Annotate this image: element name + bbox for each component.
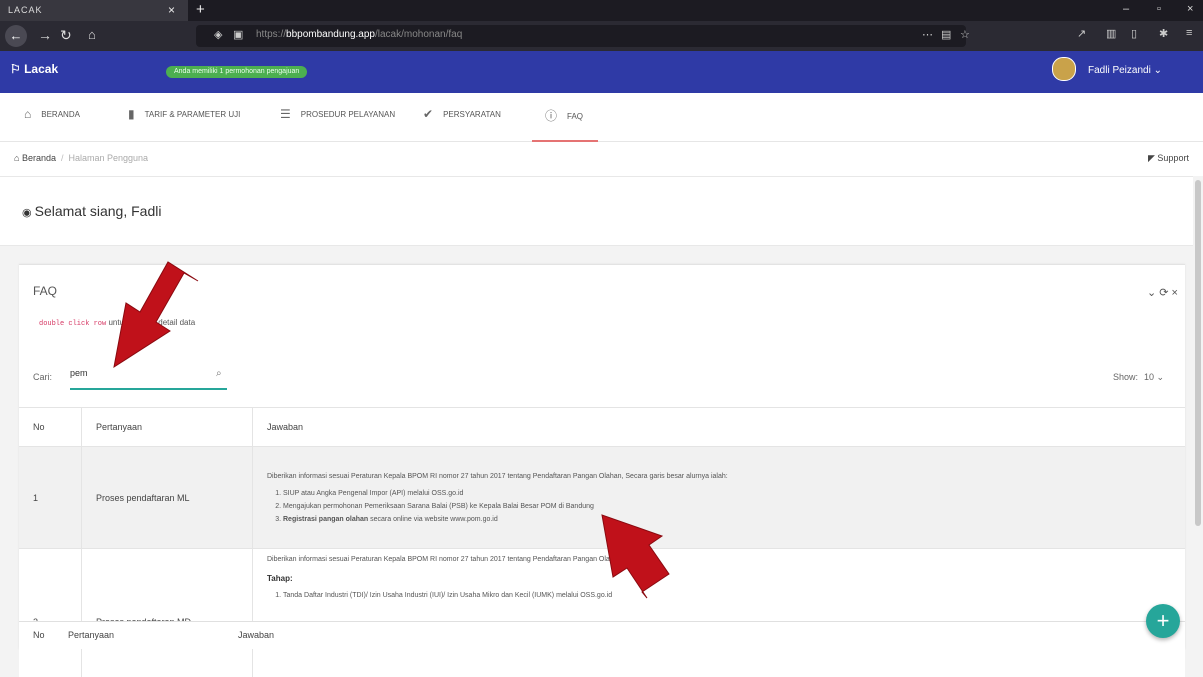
row-answer: Diberikan informasi sesuai Peraturan Kep…	[253, 447, 1186, 549]
table-header-row: No Pertanyaan Jawaban	[19, 408, 1185, 447]
minimize-button[interactable]: –	[1123, 3, 1129, 15]
row-question: Proses pendaftaran ML	[82, 447, 253, 549]
sidebar-icon[interactable]: ▯	[1131, 27, 1137, 40]
search-field[interactable]: ⌕	[70, 364, 227, 390]
tab-title: LACAK	[8, 5, 43, 15]
breadcrumb-bar	[0, 142, 1203, 177]
row-answer: Diberikan informasi sesuai Peraturan Kep…	[253, 549, 1186, 677]
shield-icon: ◈	[214, 28, 222, 41]
answer-step-label: Tahap:	[267, 572, 1171, 585]
app-logo[interactable]: ⚐ Lacak	[10, 62, 58, 76]
window-close-button[interactable]: ×	[1187, 3, 1193, 15]
check-icon: ✔	[423, 107, 433, 121]
column-header-jawaban[interactable]: Jawaban	[253, 408, 1186, 447]
page-length-select[interactable]: Show:10 ⌄	[1113, 372, 1164, 383]
library-icon[interactable]: ▥	[1106, 27, 1116, 40]
list-icon: ☰	[280, 107, 291, 121]
scrollbar-thumb[interactable]	[1195, 180, 1201, 526]
answer-item: Tanda Daftar Industri (TDI)/ Izin Usaha …	[283, 589, 1171, 602]
notification-pill[interactable]: Anda memiliki 1 permohonan pengajuan	[166, 66, 307, 78]
menu-item-persyaratan[interactable]: ✔PERSYARATAN	[423, 107, 501, 121]
answer-item: Mengajukan permohonan Pemeriksaan Sarana…	[283, 500, 1171, 513]
browser-tab[interactable]: LACAK ×	[0, 0, 188, 21]
reader-icon[interactable]: ▤	[941, 28, 951, 41]
usage-hint: double click row untuk melihat detail da…	[39, 318, 195, 328]
column-header-no[interactable]: No	[19, 408, 82, 447]
support-link[interactable]: ◤ Support	[1148, 153, 1189, 164]
breadcrumb-home[interactable]: ⌂ Beranda	[14, 153, 56, 163]
maximize-button[interactable]: ▫	[1157, 3, 1161, 15]
logo-icon: ⚐	[10, 62, 24, 76]
add-button[interactable]: +	[1146, 604, 1180, 638]
card-tools[interactable]: ⌄ ⟳ ×	[1147, 286, 1178, 299]
menu-item-faq[interactable]: ⓘFAQ	[545, 107, 583, 124]
page-actions-icon[interactable]: ⋯	[922, 28, 933, 41]
chevron-down-icon: ⌄	[1154, 65, 1162, 76]
search-input[interactable]	[70, 368, 210, 378]
megaphone-icon: ◤	[1148, 153, 1157, 163]
flask-icon: ▮	[128, 107, 135, 121]
lock-icon: ▣	[233, 28, 243, 41]
page-length-value[interactable]: 10	[1144, 372, 1154, 382]
pointer-icon[interactable]: ↗	[1077, 27, 1086, 40]
menu-item-beranda[interactable]: ⌂BERANDA	[24, 107, 80, 121]
hint-code: double click row	[39, 320, 106, 328]
card-title: FAQ	[33, 284, 57, 298]
answer-intro: Diberikan informasi sesuai Peraturan Kep…	[267, 553, 1171, 566]
table-row[interactable]: 2 Proses pendaftaran MD Diberikan inform…	[19, 549, 1185, 677]
breadcrumb: ⌂ Beranda/Halaman Pengguna	[14, 153, 148, 163]
footer-header-no: No	[33, 630, 45, 640]
answer-item: SIUP atau Angka Pengenal Impor (API) mel…	[283, 487, 1171, 500]
new-tab-button[interactable]: +	[196, 1, 205, 18]
answer-intro: Diberikan informasi sesuai Peraturan Kep…	[267, 470, 1171, 483]
bookmark-star-icon[interactable]: ☆	[960, 28, 970, 41]
sun-icon: ◉	[22, 207, 32, 219]
back-icon[interactable]: ←	[5, 25, 27, 47]
extension-icon[interactable]: ✱	[1159, 27, 1168, 40]
search-icon[interactable]: ⌕	[216, 368, 222, 379]
table-row[interactable]: 1 Proses pendaftaran ML Diberikan inform…	[19, 447, 1185, 549]
row-no: 2	[19, 549, 82, 677]
home-outline-icon: ⌂	[24, 107, 31, 121]
greeting-bar	[0, 177, 1203, 246]
url-text[interactable]: https://bbpombandung.app/lacak/mohonan/f…	[256, 29, 462, 40]
reload-icon[interactable]: ↻	[60, 27, 72, 44]
column-header-pertanyaan[interactable]: Pertanyaan	[82, 408, 253, 447]
home-icon[interactable]: ⌂	[88, 27, 96, 42]
chevron-down-icon: ⌄	[1157, 372, 1165, 382]
breadcrumb-current: Halaman Pengguna	[68, 153, 148, 163]
answer-item: Registrasi pangan olahan secara online v…	[283, 513, 1171, 526]
footer-header-pertanyaan: Pertanyaan	[68, 630, 114, 640]
hamburger-menu-icon[interactable]: ≡	[1186, 27, 1192, 39]
search-label: Cari:	[33, 372, 52, 382]
menu-item-tarif[interactable]: ▮TARIF & PARAMETER UJI	[128, 107, 240, 121]
greeting: ◉Selamat siang, Fadli	[22, 203, 161, 219]
user-menu[interactable]: Fadli Peizandi ⌄	[1088, 65, 1162, 76]
footer-header-jawaban: Jawaban	[238, 630, 274, 640]
table-footer-header	[19, 621, 1185, 649]
avatar[interactable]	[1052, 57, 1076, 81]
menu-item-prosedur[interactable]: ☰PROSEDUR PELAYANAN	[280, 107, 395, 121]
help-circle-icon: ⓘ	[545, 109, 557, 123]
forward-icon[interactable]: →	[38, 27, 52, 43]
tab-close-icon[interactable]: ×	[168, 3, 175, 17]
row-no: 1	[19, 447, 82, 549]
row-question: Proses pendaftaran MD	[82, 549, 253, 677]
